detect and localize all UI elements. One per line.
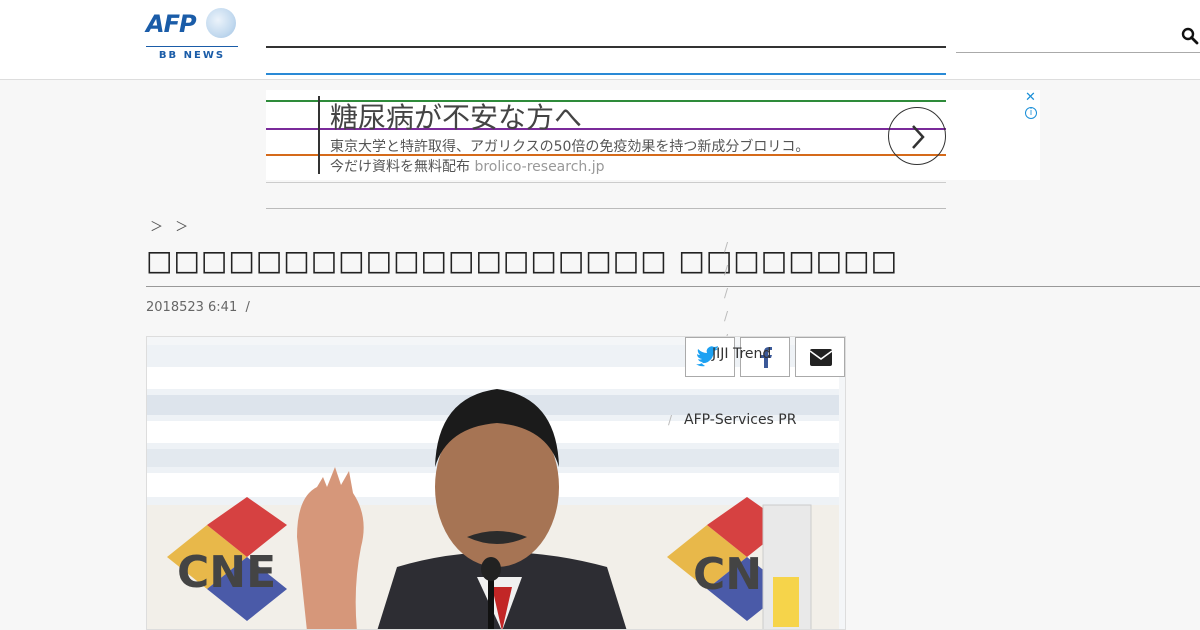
article-date: 2018523 6:41 (146, 300, 238, 315)
ad-domain: brolico-research.jp (474, 159, 605, 175)
ad-banner[interactable]: 糖尿病が不安な方へ 東京大学と特許取得、アガリクスの50倍の免疫効果を持つ新成分… (266, 90, 1040, 180)
logo-text: AFP (146, 10, 197, 38)
search-icon[interactable] (1181, 27, 1199, 45)
divider (266, 208, 946, 209)
svg-text:CNE: CNE (177, 547, 276, 598)
services-separator: / (668, 413, 673, 427)
article-title: □□□□□□□□□□□□□□□□□□□ □□□□□□□□ (146, 244, 899, 277)
breadcrumb[interactable]: ＞ ＞ (150, 216, 192, 235)
site-header: AFP BB NEWS (0, 0, 1200, 80)
globe-icon (206, 8, 236, 38)
afp-services-link[interactable]: AFP-Services PR (684, 412, 796, 428)
ad-title[interactable]: 糖尿病が不安な方へ (330, 96, 582, 136)
nav-bar-primary[interactable] (266, 46, 946, 48)
article-dateline: 2018523 6:41 / (146, 300, 250, 315)
jiji-trend-link[interactable]: JIJI Trend (712, 346, 771, 362)
afp-bb-news-logo[interactable]: AFP BB NEWS (146, 8, 238, 66)
ad-close-button[interactable]: ✕ (1025, 90, 1036, 105)
divider (266, 182, 946, 183)
date-separator: / (245, 300, 250, 315)
logo-subtitle: BB NEWS (158, 50, 226, 61)
article-photo[interactable]: CNE CNE (146, 336, 846, 630)
title-underline (146, 286, 1200, 287)
ad-cta-text: 今だけ資料を無料配布 (330, 159, 470, 175)
chevron-right-icon (912, 125, 925, 149)
search-input[interactable] (956, 52, 1200, 53)
logo-divider (146, 46, 238, 47)
ad-accent-bar (318, 96, 320, 174)
ad-description[interactable]: 東京大学と特許取得、アガリクスの50倍の免疫効果を持つ新成分ブロリコ。 (330, 136, 809, 156)
ad-cta[interactable]: 今だけ資料を無料配布 brolico-research.jp (330, 156, 605, 176)
ad-info-icon[interactable]: i (1025, 107, 1037, 119)
share-email-button[interactable] (795, 337, 845, 377)
ad-open-button[interactable] (888, 107, 946, 165)
nav-bar-secondary[interactable] (266, 73, 946, 75)
email-icon (809, 349, 833, 366)
